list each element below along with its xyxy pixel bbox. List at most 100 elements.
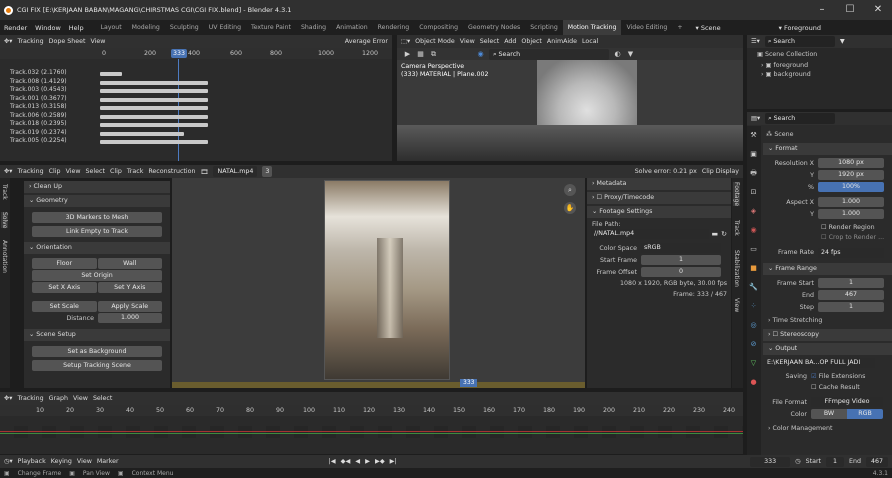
file-format-dropdown[interactable]: FFmpeg Video: [811, 397, 883, 407]
tab-modeling[interactable]: Modeling: [127, 20, 165, 35]
current-frame-field[interactable]: 333: [750, 456, 791, 467]
clip-display-dropdown[interactable]: Clip Display: [702, 168, 739, 175]
playback-menu[interactable]: Playback: [18, 458, 46, 465]
pan-hand-icon[interactable]: ✋: [564, 202, 576, 214]
select-menu[interactable]: Select: [86, 168, 105, 175]
clip-file-selector[interactable]: NATAL.mp4: [213, 166, 258, 177]
end-frame-field[interactable]: 467: [866, 456, 888, 467]
frame-range-panel-header[interactable]: ⌄ Frame Range: [763, 263, 892, 275]
set-scale-button[interactable]: Set Scale: [32, 301, 97, 312]
tab-view[interactable]: View: [733, 298, 740, 312]
render-tab-icon[interactable]: ▣: [749, 150, 758, 159]
link-empty-button[interactable]: Link Empty to Track: [32, 226, 162, 237]
scene-setup-panel-header[interactable]: ⌄ Scene Setup: [24, 329, 170, 341]
format-panel-header[interactable]: ⌄ Format: [763, 143, 892, 155]
track-bar[interactable]: [100, 123, 208, 127]
start-frame-field[interactable]: 1: [641, 255, 721, 265]
world-tab-icon[interactable]: ◉: [749, 226, 758, 235]
tab-scripting[interactable]: Scripting: [525, 20, 563, 35]
snap-icon[interactable]: ⧉: [429, 50, 438, 59]
viewport-search[interactable]: ⌕ Search: [489, 48, 609, 60]
floor-button[interactable]: Floor: [32, 258, 97, 269]
editor-type-icon[interactable]: ◷▾: [4, 458, 13, 465]
scene-collection[interactable]: ▣ Scene Collection: [747, 48, 892, 61]
object-mode-dropdown[interactable]: Object Mode: [415, 38, 455, 45]
select-menu[interactable]: Select: [93, 395, 112, 402]
frame-start-field[interactable]: 1: [818, 278, 884, 288]
tab-stabilization[interactable]: Stabilization: [733, 250, 740, 287]
filter-icon[interactable]: ▼: [626, 50, 635, 59]
add-workspace-icon[interactable]: +: [672, 20, 687, 35]
tracking-mode-menu[interactable]: Tracking: [17, 395, 43, 402]
object-menu[interactable]: Object: [521, 38, 542, 45]
color-rgb-toggle[interactable]: RGB: [847, 409, 883, 419]
output-panel-header[interactable]: ⌄ Output: [763, 343, 892, 355]
folder-icon[interactable]: ▬: [712, 230, 719, 238]
color-management-panel[interactable]: › Color Management: [763, 420, 892, 438]
render-region-checkbox[interactable]: ☐ Render Region: [763, 222, 892, 233]
metadata-panel-header[interactable]: › Metadata: [587, 178, 731, 190]
current-frame-badge[interactable]: 333: [171, 49, 188, 58]
modifier-tab-icon[interactable]: 🔧: [749, 283, 758, 292]
start-frame-field[interactable]: 1: [826, 456, 845, 467]
clip-frame-badge[interactable]: 333: [460, 379, 478, 387]
graph-editor[interactable]: ✥▾ Tracking Graph View Select 10 20 30 4…: [0, 392, 743, 454]
track-bar[interactable]: [100, 72, 122, 76]
orientation-panel-header[interactable]: ⌄ Orientation: [24, 242, 170, 254]
stereoscopy-panel-header[interactable]: › ☐ Stereoscopy: [763, 329, 892, 341]
cleanup-panel-header[interactable]: › Clean Up: [24, 181, 170, 193]
marker-menu[interactable]: Marker: [97, 458, 119, 465]
set-origin-button[interactable]: Set Origin: [32, 270, 162, 281]
menu-help[interactable]: Help: [65, 24, 88, 32]
tab-layout[interactable]: Layout: [96, 20, 127, 35]
jump-start-icon[interactable]: |◀: [329, 458, 336, 465]
green-curve[interactable]: [0, 433, 743, 434]
file-extensions-checkbox[interactable]: ☑ File Extensions: [811, 373, 865, 380]
animaide-menu[interactable]: AnimAide: [547, 38, 577, 45]
menu-window[interactable]: Window: [31, 24, 65, 32]
track-bar[interactable]: [100, 131, 184, 136]
3d-viewport[interactable]: ⬚▾ Object Mode View Select Add Object An…: [397, 35, 743, 161]
jump-end-icon[interactable]: ▶|: [390, 458, 397, 465]
tab-video-editing[interactable]: Video Editing: [621, 20, 672, 35]
physics-tab-icon[interactable]: ◎: [749, 321, 758, 330]
tab-annotation[interactable]: Annotation: [1, 240, 8, 273]
next-key-icon[interactable]: ▶◆: [375, 458, 385, 465]
add-menu[interactable]: Add: [504, 38, 516, 45]
tracking-mode-menu[interactable]: Tracking: [17, 38, 43, 45]
track-menu[interactable]: Track: [127, 168, 143, 175]
play-icon[interactable]: ▶: [403, 50, 412, 59]
tool-tab-icon[interactable]: ⚒: [749, 131, 758, 140]
view-layer-tab-icon[interactable]: ⊡: [749, 188, 758, 197]
frame-end-field[interactable]: 467: [818, 290, 884, 300]
tab-motion-tracking[interactable]: Motion Tracking: [562, 20, 622, 35]
graph-view-dropdown[interactable]: Graph: [49, 395, 68, 402]
resolution-x-field[interactable]: 1080 px: [818, 158, 884, 168]
track-bar[interactable]: [100, 140, 208, 144]
clip-view-dropdown[interactable]: Clip: [49, 168, 61, 175]
clip-menu[interactable]: Clip: [110, 168, 122, 175]
file-path-field[interactable]: //NATAL.mp4: [591, 229, 709, 239]
filter-icon[interactable]: ▼: [840, 38, 845, 45]
footage-settings-panel-header[interactable]: ⌄ Footage Settings: [587, 206, 731, 218]
track-bar[interactable]: [100, 114, 208, 119]
view-layer-selector[interactable]: ▾ Foreground: [775, 24, 825, 32]
resolution-pct-field[interactable]: 100%: [818, 182, 884, 192]
play-reverse-icon[interactable]: ◀: [355, 458, 360, 465]
menu-render[interactable]: Render: [0, 24, 31, 32]
constraints-tab-icon[interactable]: ⊘: [749, 340, 758, 349]
red-curve[interactable]: [0, 431, 743, 432]
scene-tab-icon[interactable]: ◈: [749, 207, 758, 216]
reload-icon[interactable]: ↻: [721, 230, 727, 238]
zoom-icon[interactable]: ⌕: [564, 184, 576, 196]
graph-curves[interactable]: [0, 426, 743, 438]
particles-tab-icon[interactable]: ⁘: [749, 302, 758, 311]
tab-rendering[interactable]: Rendering: [373, 20, 415, 35]
clip-view[interactable]: ⌕ ✋ 333: [172, 178, 585, 388]
proxy-panel-header[interactable]: › ☐ Proxy/Timecode: [587, 192, 731, 204]
properties-search[interactable]: ⌕ Search: [765, 113, 836, 124]
dopesheet-mode-menu[interactable]: Dope Sheet: [49, 38, 86, 45]
distance-field[interactable]: 1.000: [98, 313, 162, 323]
output-tab-icon[interactable]: 🖶: [749, 169, 758, 178]
time-stretching-panel[interactable]: › Time Stretching: [763, 313, 892, 329]
